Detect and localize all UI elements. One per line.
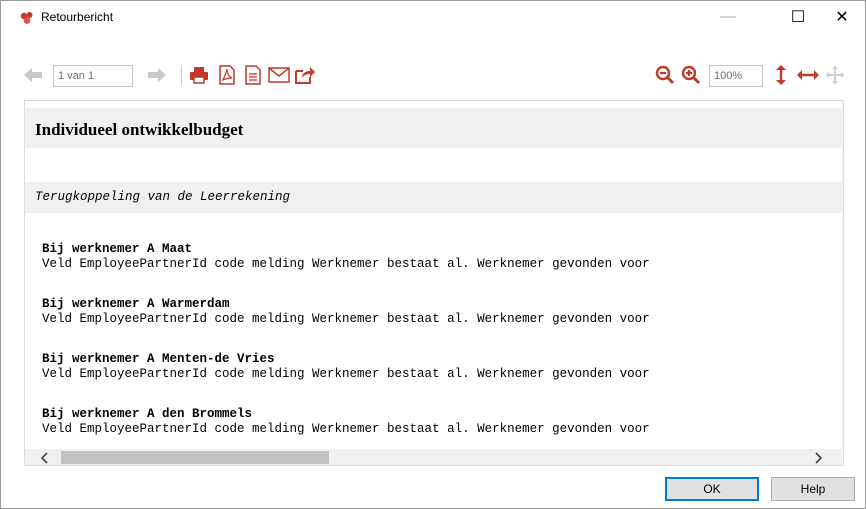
share-button[interactable]	[293, 63, 317, 87]
window-title: Retourbericht	[41, 10, 114, 24]
ok-button[interactable]: OK	[665, 477, 759, 501]
horizontal-scroll-thumb[interactable]	[61, 451, 329, 464]
scroll-left-button[interactable]	[35, 449, 52, 465]
list-item: Bij werknemer A Maat Veld EmployeePartne…	[42, 242, 650, 272]
email-icon	[268, 67, 290, 83]
scroll-down-button[interactable]	[842, 413, 843, 430]
report-toolbar	[19, 63, 865, 89]
report-subheading: Terugkoppeling van de Leerrekening	[35, 190, 291, 204]
previous-page-button[interactable]	[19, 63, 47, 87]
list-item: Bij werknemer A Menten-de Vries Veld Emp…	[42, 352, 650, 382]
vertical-scrollbar[interactable]	[842, 101, 843, 449]
export-pdf-button[interactable]	[215, 63, 239, 87]
pdf-icon	[219, 65, 235, 85]
list-item: Bij werknemer A Warmerdam Veld EmployeeP…	[42, 297, 650, 327]
employee-label: Bij werknemer A den Brommels	[42, 407, 253, 421]
scroll-up-button[interactable]	[842, 101, 843, 118]
chevron-left-icon	[40, 451, 48, 464]
document-icon	[245, 65, 261, 85]
help-button[interactable]: Help	[771, 477, 855, 501]
title-bar: Retourbericht — ☐ ✕	[1, 1, 865, 33]
fit-width-icon	[797, 70, 819, 80]
fit-height-icon	[776, 65, 786, 85]
export-document-button[interactable]	[241, 63, 265, 87]
maximize-button[interactable]: ☐	[775, 1, 821, 33]
move-icon	[825, 65, 845, 85]
page-number-input[interactable]	[53, 65, 133, 87]
zoom-level-input[interactable]	[709, 65, 763, 87]
chevron-right-icon	[814, 451, 822, 464]
report-page: Individueel ontwikkelbudget Terugkoppeli…	[25, 101, 842, 449]
zoom-in-icon	[681, 65, 701, 85]
arrow-right-icon	[148, 68, 166, 82]
list-item: Bij werknemer A den Brommels Veld Employ…	[42, 407, 650, 437]
message-text: Veld EmployeePartnerId code melding Werk…	[42, 257, 650, 271]
pan-button[interactable]	[823, 63, 847, 87]
app-logo-icon	[20, 12, 33, 24]
employee-label: Bij werknemer A Warmerdam	[42, 297, 230, 311]
message-text: Veld EmployeePartnerId code melding Werk…	[42, 367, 650, 381]
report-heading: Individueel ontwikkelbudget	[35, 120, 244, 139]
fit-height-button[interactable]	[771, 63, 791, 87]
message-text: Veld EmployeePartnerId code melding Werk…	[42, 312, 650, 326]
print-button[interactable]	[187, 63, 211, 87]
zoom-out-button[interactable]	[653, 63, 677, 87]
report-window: Retourbericht — ☐ ✕ 1 van 1 100% Individ…	[0, 0, 866, 509]
zoom-in-button[interactable]	[679, 63, 703, 87]
email-button[interactable]	[267, 63, 291, 87]
zoom-out-icon	[655, 65, 675, 85]
fit-width-button[interactable]	[795, 63, 821, 87]
scroll-right-button[interactable]	[810, 449, 827, 465]
message-text: Veld EmployeePartnerId code melding Werk…	[42, 422, 650, 436]
print-icon	[190, 67, 208, 84]
report-viewer[interactable]: Individueel ontwikkelbudget Terugkoppeli…	[24, 100, 844, 466]
share-icon	[295, 67, 315, 84]
arrow-left-icon	[24, 68, 42, 82]
employee-label: Bij werknemer A Menten-de Vries	[42, 352, 275, 366]
toolbar-separator	[181, 67, 182, 85]
next-page-button[interactable]	[143, 63, 171, 87]
horizontal-scrollbar[interactable]	[25, 449, 842, 465]
close-button[interactable]: ✕	[819, 1, 865, 33]
minimize-button[interactable]: —	[705, 1, 751, 33]
employee-label: Bij werknemer A Maat	[42, 242, 193, 256]
